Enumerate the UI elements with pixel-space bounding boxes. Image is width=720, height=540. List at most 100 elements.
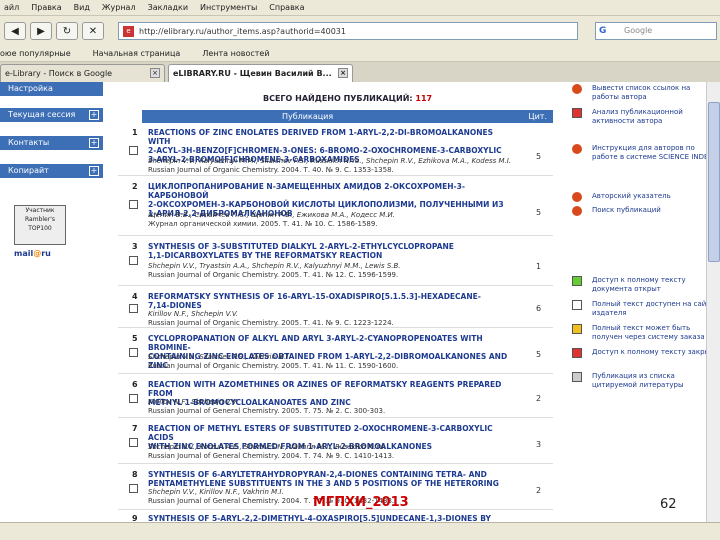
row-checkbox[interactable] [129, 484, 138, 493]
tab-elibrary[interactable]: eLIBRARY.RU - Щевин Василий В... × [168, 64, 353, 82]
counter-line: Rambler's [25, 216, 55, 223]
bookmark-home[interactable]: Начальная страница [93, 49, 181, 58]
vertical-scrollbar[interactable] [706, 82, 720, 522]
citation-count[interactable]: 5 [536, 350, 541, 359]
close-icon[interactable]: × [150, 68, 160, 78]
sidebar-item-session[interactable]: Текущая сессия + [0, 108, 103, 122]
search-placeholder: Google [624, 26, 653, 35]
link-text: Анализ публикационной активности автора [592, 108, 683, 125]
menu-history[interactable]: Журнал [102, 3, 136, 12]
legend-text: Полный текст доступен на сайте издателя [592, 300, 715, 317]
back-button[interactable]: ◀ [4, 22, 26, 40]
list-icon [572, 372, 582, 382]
citation-count[interactable]: 2 [536, 486, 541, 495]
stop-button[interactable]: ✕ [82, 22, 104, 40]
green-document-icon [572, 276, 582, 286]
expand-icon[interactable]: + [89, 166, 99, 176]
publication-title[interactable]: REFORMATSKY SYNTHESIS OF 16-ARYL-15-OXAD… [148, 292, 518, 310]
back-arrow-icon: ◀ [11, 25, 19, 37]
navigation-toolbar: ◀ ▶ ↻ ✕ e http://elibrary.ru/author_item… [0, 16, 720, 46]
menu-bar: айл Правка Вид Журнал Закладки Инструмен… [0, 0, 720, 16]
row-checkbox[interactable] [129, 256, 138, 265]
sidebar-item-contacts[interactable]: Контакты + [0, 136, 103, 150]
menu-view[interactable]: Вид [74, 3, 90, 12]
row-checkbox[interactable] [129, 438, 138, 447]
menu-file[interactable]: айл [4, 3, 19, 12]
expand-icon[interactable]: + [89, 110, 99, 120]
sidebar-item-copyright[interactable]: Копирайт + [0, 164, 103, 178]
total-number: 117 [415, 94, 433, 103]
menu-tools[interactable]: Инструменты [200, 3, 257, 12]
tab-google-search[interactable]: e-Library - Поиск в Google × [0, 64, 165, 82]
row-number: 2 [132, 182, 138, 191]
bookmark-popular[interactable]: оюе популярные [0, 49, 71, 58]
citation-count[interactable]: 2 [536, 394, 541, 403]
menu-edit[interactable]: Правка [31, 3, 61, 12]
publication-journal: Журнал органической химии. 2005. Т. 41. … [148, 220, 378, 228]
row-number: 6 [132, 380, 138, 389]
bullet-icon [572, 144, 582, 154]
menu-help[interactable]: Справка [269, 3, 304, 12]
row-number: 8 [132, 470, 138, 479]
table-row: 5 CYCLOPROPANATION OF ALKYL AND ARYL 3-A… [118, 332, 553, 374]
menu-bookmarks[interactable]: Закладки [148, 3, 188, 12]
yellow-document-icon [572, 324, 582, 334]
sidebar-item-label: Копирайт [8, 166, 49, 175]
close-icon[interactable]: × [338, 68, 348, 78]
table-row: 6 REACTION WITH AZOMETHINES OR AZINES OF… [118, 378, 553, 418]
document-icon [572, 300, 582, 310]
bookmark-news[interactable]: Лента новостей [202, 49, 269, 58]
sidebar-item-settings[interactable]: Настройка [0, 82, 103, 96]
expand-icon[interactable]: + [89, 138, 99, 148]
tab-label: e-Library - Поиск в Google [5, 69, 113, 78]
status-bar [0, 522, 720, 540]
citation-count[interactable]: 5 [536, 208, 541, 217]
scrollbar-thumb[interactable] [708, 102, 720, 262]
mailru-text: ru [41, 249, 51, 258]
link-text: Инструкция для авторов по работе в систе… [592, 144, 714, 161]
citation-count[interactable]: 5 [536, 152, 541, 161]
search-input[interactable]: G Google [595, 22, 717, 40]
legend-text: Доступ к полному тексту документа открыт [592, 276, 686, 293]
address-bar[interactable]: e http://elibrary.ru/author_items.asp?au… [118, 22, 578, 40]
bookmarks-toolbar: оюе популярные Начальная страница Лента … [0, 46, 720, 62]
total-count: ВСЕГО НАЙДЕНО ПУБЛИКАЦИЙ: 117 [263, 94, 432, 103]
bullet-icon [572, 84, 582, 94]
publication-authors: Shchepin V.V., Silaichev P.S., Vakhrin M… [148, 353, 291, 361]
citation-count[interactable]: 3 [536, 440, 541, 449]
row-number: 4 [132, 292, 138, 301]
mailru-text: mail [14, 249, 34, 258]
row-number: 7 [132, 424, 138, 433]
citation-count[interactable]: 6 [536, 304, 541, 313]
row-checkbox[interactable] [129, 304, 138, 313]
table-row: 1 REACTIONS OF ZINC ENOLATES DERIVED FRO… [118, 126, 553, 176]
favicon-icon: e [123, 26, 134, 37]
column-citations: Цит. [528, 112, 547, 121]
forward-button[interactable]: ▶ [30, 22, 52, 40]
sidebar-item-label: Настройка [8, 84, 53, 93]
row-number: 1 [132, 128, 138, 137]
row-checkbox[interactable] [129, 200, 138, 209]
link-text: Авторский указатель [592, 192, 671, 200]
slide-page-number: 62 [660, 497, 677, 512]
row-checkbox[interactable] [129, 348, 138, 357]
publication-title[interactable]: SYNTHESIS OF 3-SUBSTITUTED DIALKYL 2-ARY… [148, 242, 518, 260]
publication-journal: Russian Journal of Organic Chemistry. 20… [148, 319, 394, 327]
chart-icon [572, 108, 582, 118]
publication-title[interactable]: SYNTHESIS OF 6-ARYLTETRAHYDROPYRAN-2,4-D… [148, 470, 518, 488]
link-text: Поиск публикаций [592, 206, 661, 214]
rambler-counter[interactable]: Участник Rambler's TOP100 [14, 205, 66, 245]
address-url: http://elibrary.ru/author_items.asp?auth… [139, 26, 346, 36]
mailru-logo[interactable]: mail@ru [14, 249, 66, 261]
publication-journal: Russian Journal of General Chemistry. 20… [148, 452, 395, 460]
total-label: ВСЕГО НАЙДЕНО ПУБЛИКАЦИЙ: [263, 94, 413, 103]
row-checkbox[interactable] [129, 146, 138, 155]
row-number: 3 [132, 242, 138, 251]
red-document-icon [572, 348, 582, 358]
citation-count[interactable]: 1 [536, 262, 541, 271]
publication-journal: Russian Journal of Organic Chemistry. 20… [148, 166, 394, 174]
table-row: 7 REACTION OF METHYL ESTERS OF SUBSTITUT… [118, 422, 553, 464]
reload-button[interactable]: ↻ [56, 22, 78, 40]
sidebar: Настройка Текущая сессия + Контакты + Ко… [0, 82, 105, 522]
row-checkbox[interactable] [129, 394, 138, 403]
